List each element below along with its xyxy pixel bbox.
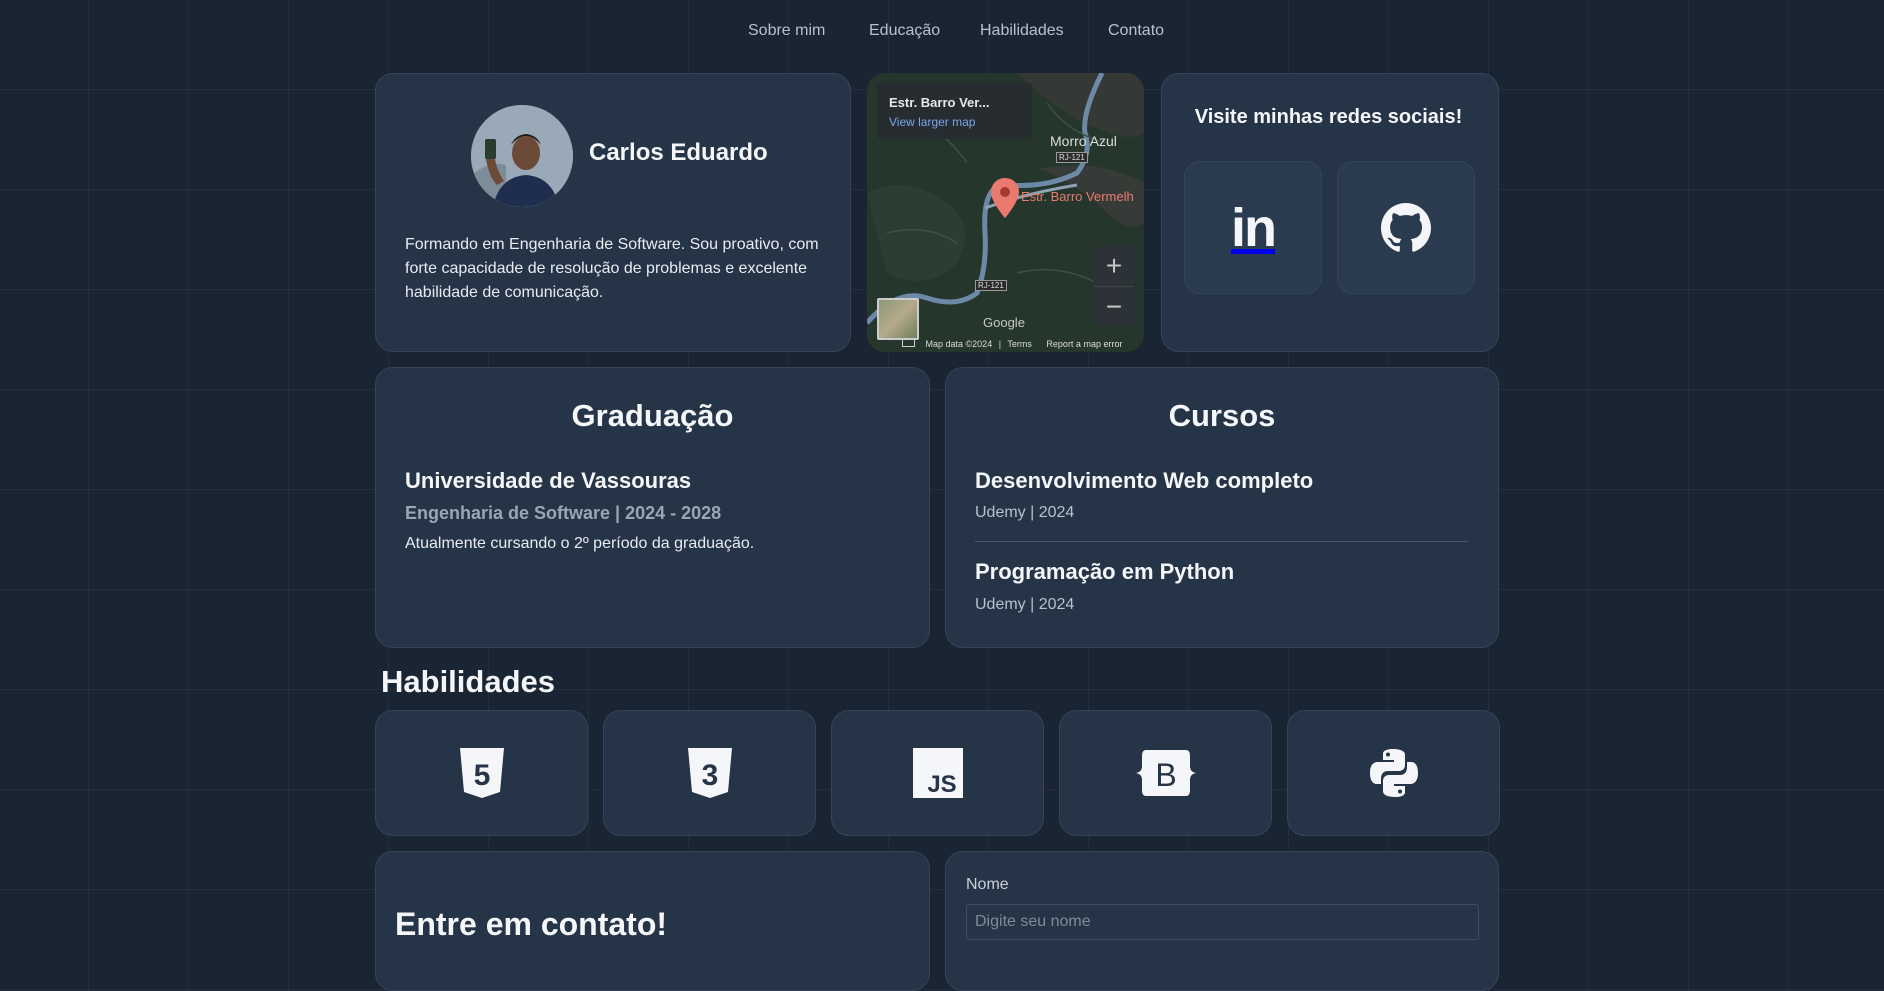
javascript-icon: JS xyxy=(912,748,963,798)
map-data-text: Map data ©2024 xyxy=(925,339,993,349)
avatar xyxy=(471,105,573,207)
zoom-in-button[interactable]: + xyxy=(1094,246,1134,286)
course-divider xyxy=(975,541,1468,542)
nav-link-educacao[interactable]: Educação xyxy=(869,22,940,40)
institution-name: Universidade de Vassouras xyxy=(405,468,692,493)
skills-title: Habilidades xyxy=(381,664,555,699)
social-title: Visite minhas redes sociais! xyxy=(1194,106,1463,128)
map-zoom-controls: + − xyxy=(1094,246,1134,326)
map-footer: Map data ©2024 | Terms Report a map erro… xyxy=(902,338,1122,349)
keyboard-icon[interactable] xyxy=(902,338,915,347)
skill-card-html: 5 xyxy=(375,710,588,836)
map-road-label: RJ-121 xyxy=(1056,152,1088,163)
report-map-error-link[interactable]: Report a map error xyxy=(1046,339,1122,349)
github-button[interactable] xyxy=(1337,161,1475,294)
map-pin-icon[interactable] xyxy=(991,178,1019,218)
python-icon xyxy=(1369,749,1418,797)
avatar-photo xyxy=(471,105,573,207)
profile-name: Carlos Eduardo xyxy=(589,139,768,166)
graduacao-title: Graduação xyxy=(571,398,734,433)
css3-glyph: 3 xyxy=(701,759,718,792)
course-status: Atualmente cursando o 2º período da grad… xyxy=(405,535,755,552)
nav-link-contato[interactable]: Contato xyxy=(1108,22,1164,40)
cursos-title: Cursos xyxy=(1168,398,1276,433)
map-place-label: Estr. Barro Vermelh xyxy=(1021,189,1134,204)
html5-icon: 5 xyxy=(459,748,504,798)
course-item-meta: Udemy | 2024 xyxy=(975,504,1075,521)
linkedin-button[interactable]: in xyxy=(1184,161,1322,294)
course-item-name: Programação em Python xyxy=(975,559,1235,584)
github-icon xyxy=(1381,202,1431,252)
javascript-glyph: JS xyxy=(927,771,956,798)
html5-glyph: 5 xyxy=(473,759,490,792)
course-item-name: Desenvolvimento Web completo xyxy=(975,468,1314,493)
bootstrap-glyph: B xyxy=(1155,757,1176,793)
name-input[interactable] xyxy=(966,904,1479,940)
bootstrap-icon: B xyxy=(1135,750,1196,796)
map-satellite-toggle[interactable] xyxy=(877,298,919,340)
skill-card-python xyxy=(1287,710,1500,836)
name-field-label: Nome xyxy=(966,876,1009,893)
contact-title: Entre em contato! xyxy=(395,906,668,942)
map-info-box: Estr. Barro Ver... View larger map xyxy=(877,83,1032,139)
course-info: Engenharia de Software | 2024 - 2028 xyxy=(405,503,722,523)
skill-card-css: 3 xyxy=(603,710,816,836)
terms-link[interactable]: Terms xyxy=(1007,339,1032,349)
map-place-title: Estr. Barro Ver... xyxy=(889,95,990,110)
profile-card xyxy=(375,73,851,352)
map-town-label: Morro Azul xyxy=(1050,133,1117,149)
linkedin-icon: in xyxy=(1231,197,1277,258)
nav-link-habilidades[interactable]: Habilidades xyxy=(980,22,1064,40)
nav-link-sobre-mim[interactable]: Sobre mim xyxy=(748,22,825,40)
css3-icon: 3 xyxy=(687,748,732,798)
google-logo: Google xyxy=(983,315,1025,330)
skill-card-javascript: JS xyxy=(831,710,1044,836)
course-item-meta: Udemy | 2024 xyxy=(975,596,1075,613)
map-footer-separator: | xyxy=(998,339,1002,349)
view-larger-map-link[interactable]: View larger map xyxy=(889,115,975,129)
skill-card-bootstrap: B xyxy=(1059,710,1272,836)
profile-bio: Formando em Engenharia de Software. Sou … xyxy=(405,236,819,301)
map-road-label: RJ-121 xyxy=(975,280,1007,291)
map-embed[interactable]: Estr. Barro Ver... View larger map Morro… xyxy=(867,73,1144,352)
zoom-out-button[interactable]: − xyxy=(1094,286,1134,327)
